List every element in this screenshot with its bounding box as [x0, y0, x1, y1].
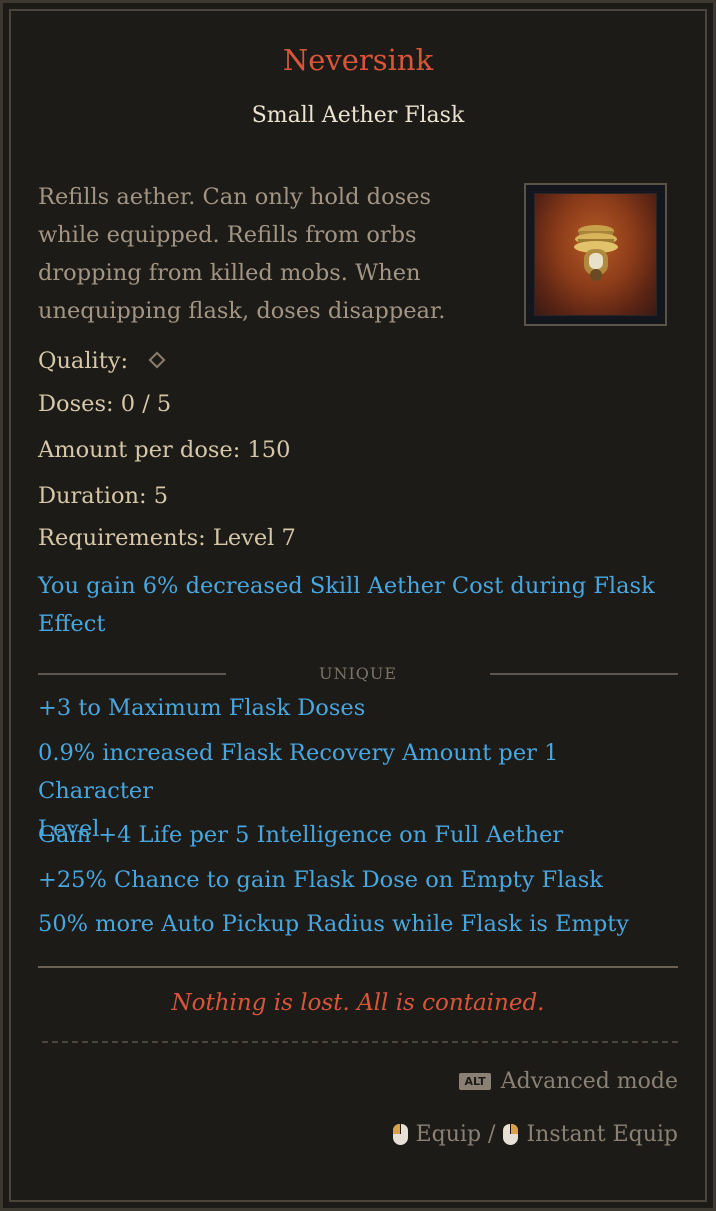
equip-hint: Equip / Instant Equip — [392, 1122, 678, 1147]
instant-equip-label[interactable]: Instant Equip — [526, 1122, 678, 1147]
requirements-stat: Requirements: Level 7 — [38, 525, 296, 551]
requirements-value: Level 7 — [212, 525, 296, 551]
description-line: Refills aether. Can only hold doses — [38, 184, 432, 210]
equip-label[interactable]: Equip / — [416, 1122, 496, 1147]
modifier-line: 50% more Auto Pickup Radius while Flask … — [38, 911, 629, 937]
doses-label: Doses: — [38, 391, 114, 417]
description-line: while equipped. Refills from orbs — [38, 222, 417, 248]
amount-value: 150 — [247, 437, 291, 463]
item-description: Refills aether. Can only hold doses whil… — [38, 178, 508, 330]
item-icon-background — [534, 193, 657, 316]
description-line: unequipping flask, doses disappear. — [38, 298, 446, 324]
implicit-line: You gain 6% decreased Skill Aether Cost … — [38, 573, 655, 599]
item-name: Neversink — [282, 43, 434, 77]
flavor-text: Nothing is lost. All is contained. — [171, 990, 545, 1016]
divider-right — [490, 673, 678, 675]
implicit-line: Effect — [38, 611, 106, 637]
advanced-mode-label: Advanced mode — [500, 1069, 678, 1094]
doses-value: 0 / 5 — [120, 391, 172, 417]
advanced-mode-hint[interactable]: ALT Advanced mode — [459, 1069, 678, 1094]
modifier-line-part: 0.9% increased Flask Recovery Amount per… — [38, 740, 559, 804]
item-icon-frame — [524, 183, 667, 326]
duration-label: Duration: — [38, 483, 147, 509]
duration-stat: Duration: 5 — [38, 483, 168, 509]
amount-label: Amount per dose: — [38, 437, 241, 463]
modifier-line: +3 to Maximum Flask Doses — [38, 695, 366, 721]
left-mouse-icon — [392, 1124, 408, 1145]
alt-key-icon: ALT — [459, 1073, 491, 1090]
quality-label: Quality: — [38, 348, 129, 374]
modifier-line: Gain +4 Life per 5 Intelligence on Full … — [38, 822, 564, 848]
dashed-divider — [42, 1041, 678, 1043]
amount-stat: Amount per dose: 150 — [38, 437, 290, 463]
description-line: dropping from killed mobs. When — [38, 260, 421, 286]
modifier-line: +25% Chance to gain Flask Dose on Empty … — [38, 867, 603, 893]
requirements-label: Requirements: — [38, 525, 206, 551]
duration-value: 5 — [153, 483, 169, 509]
divider-full — [38, 966, 678, 968]
aether-flask-icon — [574, 225, 618, 281]
implicit-modifier: You gain 6% decreased Skill Aether Cost … — [38, 567, 678, 643]
item-base-type: Small Aether Flask — [251, 103, 465, 128]
doses-stat: Doses: 0 / 5 — [38, 391, 171, 417]
quality-stat: Quality: — [38, 348, 166, 374]
right-mouse-icon — [503, 1124, 519, 1145]
quality-diamond-icon — [148, 351, 166, 369]
